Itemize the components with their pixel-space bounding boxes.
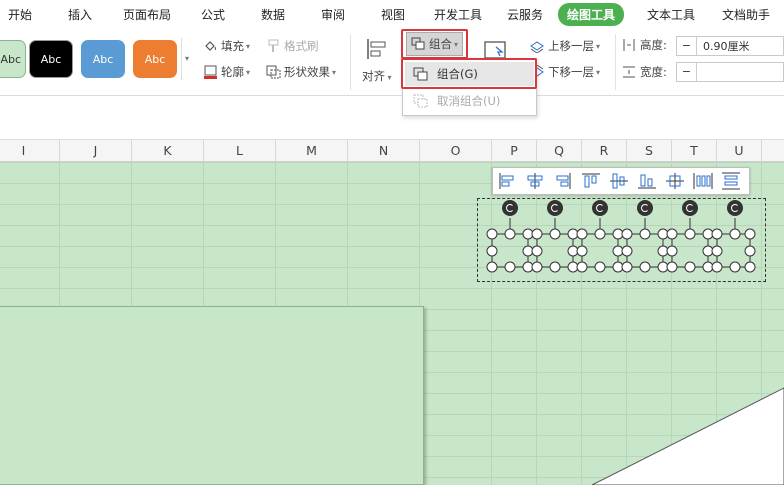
column-header-i[interactable]: I: [0, 140, 60, 162]
chevron-down-icon: ▾: [246, 67, 251, 77]
ribbon-separator: [350, 34, 351, 90]
chevron-down-icon: ▾: [596, 41, 601, 51]
group-button[interactable]: 组合 ▾: [406, 32, 464, 56]
align-button[interactable]: 对齐 ▾: [360, 36, 396, 92]
align-toolbar: [492, 167, 750, 195]
chevron-down-icon: ▾: [246, 41, 251, 51]
column-header-q[interactable]: Q: [537, 140, 582, 162]
shape-style-green[interactable]: Abc: [0, 40, 26, 78]
align-left-icon[interactable]: [496, 172, 518, 190]
menu-text-tools[interactable]: 文本工具: [647, 6, 695, 23]
chevron-down-icon: ▾: [596, 67, 601, 77]
menu-cloud[interactable]: 云服务: [507, 6, 543, 23]
menu-review[interactable]: 审阅: [321, 6, 345, 23]
menu-insert[interactable]: 插入: [68, 6, 92, 23]
shape-effect-button[interactable]: 形状效果 ▾: [266, 64, 336, 80]
paint-bucket-icon: [203, 39, 218, 53]
menu-drawing-tools[interactable]: 绘图工具: [558, 3, 625, 26]
height-label: 高度:: [622, 37, 667, 53]
send-backward-button[interactable]: 下移一层 ▾: [530, 64, 600, 80]
distribute-horizontal-icon[interactable]: [692, 172, 714, 190]
height-value: 0.90厘米: [703, 40, 750, 53]
ribbon: Abc Abc Abc Abc ▾ 填充 ▾ 轮廓 ▾ 格式刷 形状效果 ▾ 对齐 ▾: [0, 28, 784, 96]
ribbon-separator: [615, 34, 616, 90]
column-header-k[interactable]: K: [132, 140, 204, 162]
menu-item-ungroup[interactable]: 取消组合(U): [405, 89, 534, 113]
shape-style-black[interactable]: Abc: [29, 40, 73, 78]
column-header-n[interactable]: N: [348, 140, 420, 162]
rectangle-shape[interactable]: [0, 306, 424, 485]
width-decrement-button[interactable]: −: [677, 63, 697, 81]
triangle-shape[interactable]: [590, 380, 784, 485]
align-middle-icon[interactable]: [608, 172, 630, 190]
bring-forward-button[interactable]: 上移一层 ▾: [530, 38, 600, 54]
column-header-o[interactable]: O: [420, 140, 492, 162]
formula-bar-area: [0, 96, 784, 140]
height-input[interactable]: − 0.90厘米: [676, 36, 784, 56]
menu-item-ungroup-label: 取消组合(U): [437, 94, 501, 108]
format-brush-button[interactable]: 格式刷: [266, 38, 319, 54]
height-decrement-button[interactable]: −: [677, 37, 697, 55]
align-bottom-icon[interactable]: [636, 172, 658, 190]
align-center-icon[interactable]: [524, 172, 546, 190]
group-dropdown-menu: 组合(G) 取消组合(U): [402, 58, 537, 116]
bring-forward-icon: [530, 39, 545, 54]
align-top-icon[interactable]: [580, 172, 602, 190]
menu-data[interactable]: 数据: [261, 6, 285, 23]
menu-view[interactable]: 视图: [381, 6, 405, 23]
width-icon: [622, 65, 637, 79]
distribute-vertical-icon[interactable]: [720, 172, 742, 190]
width-label: 宽度:: [622, 64, 667, 80]
menu-item-group-label: 组合(G): [437, 67, 478, 81]
chevron-down-icon: ▾: [454, 39, 459, 49]
column-header-j[interactable]: J: [60, 140, 132, 162]
column-header-p[interactable]: P: [492, 140, 537, 162]
height-icon: [622, 38, 637, 52]
fill-button[interactable]: 填充 ▾: [203, 38, 250, 54]
shape-style-blue[interactable]: Abc: [81, 40, 125, 78]
outline-button[interactable]: 轮廓 ▾: [203, 64, 250, 80]
column-header-l[interactable]: L: [204, 140, 276, 162]
menu-bar: 开始 插入 页面布局 公式 数据 审阅 视图 开发工具 云服务 绘图工具 文本工…: [0, 0, 784, 28]
group-icon: [411, 37, 426, 51]
column-header-m[interactable]: M: [276, 140, 348, 162]
menu-doc-assistant[interactable]: 文档助手: [722, 6, 770, 23]
shape-style-orange[interactable]: Abc: [133, 40, 177, 78]
width-input[interactable]: −: [676, 62, 784, 82]
chevron-down-icon: ▾: [332, 67, 337, 77]
align-icon: [366, 38, 390, 63]
ungroup-icon: [413, 94, 429, 108]
selection-handles[interactable]: [480, 214, 764, 278]
menu-home[interactable]: 开始: [8, 6, 32, 23]
menu-page-layout[interactable]: 页面布局: [123, 6, 171, 23]
menu-item-group[interactable]: 组合(G): [405, 62, 534, 86]
column-header-s[interactable]: S: [627, 140, 672, 162]
column-header-t[interactable]: T: [672, 140, 717, 162]
column-header: I J K L M N O P Q R S T U: [0, 140, 784, 162]
column-header-u[interactable]: U: [717, 140, 762, 162]
menu-formula[interactable]: 公式: [201, 6, 225, 23]
column-header-r[interactable]: R: [582, 140, 627, 162]
styles-more-icon[interactable]: ▾: [181, 38, 192, 80]
center-both-icon[interactable]: [664, 172, 686, 190]
format-brush-icon: [266, 39, 281, 53]
align-right-icon[interactable]: [552, 172, 574, 190]
group-icon: [413, 67, 429, 81]
pen-outline-icon: [203, 65, 218, 79]
shape-effect-icon: [266, 65, 281, 79]
menu-developer[interactable]: 开发工具: [434, 6, 482, 23]
